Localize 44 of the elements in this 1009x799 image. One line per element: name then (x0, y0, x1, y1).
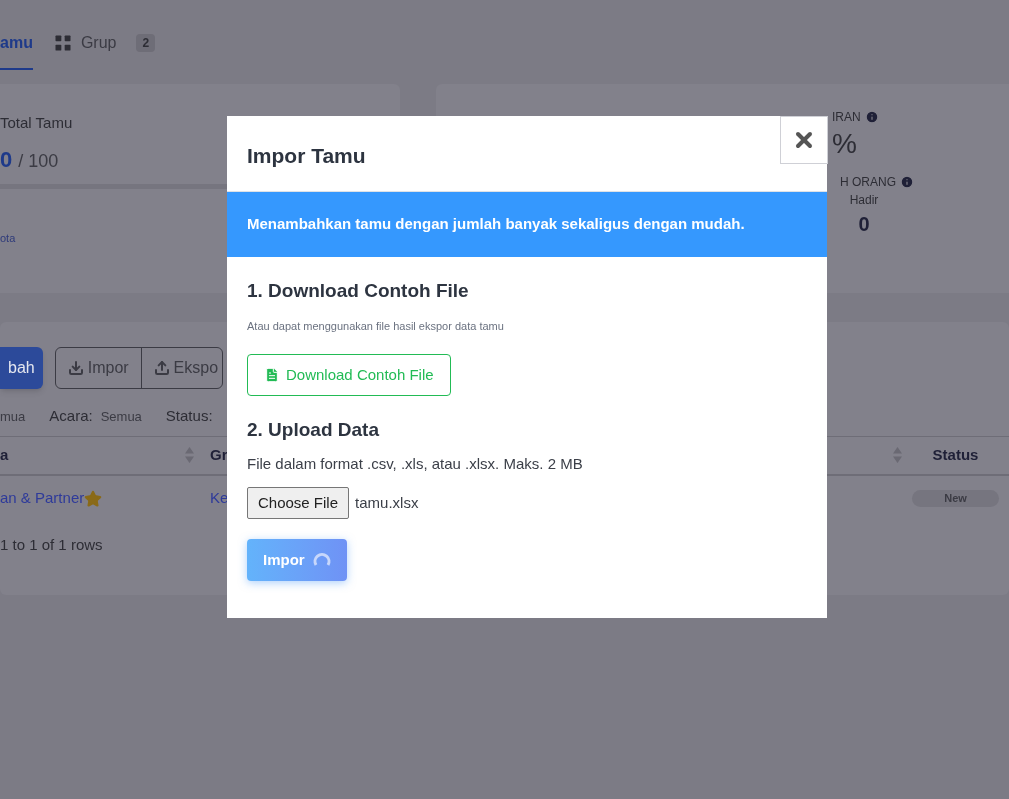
group-cell: Ke (210, 489, 229, 507)
tab[interactable]: Grup 2 (52, 18, 156, 70)
present-count: 0 (858, 212, 870, 237)
column-header[interactable]: a (0, 443, 9, 467)
import-button[interactable]: Impor (55, 348, 142, 388)
people-heading: H ORANG (840, 174, 896, 191)
file-icon (264, 367, 280, 383)
hint-text: File dalam format .csv, .xls, atau .xlsx. Maks. 2 MB (247, 453, 583, 474)
dialog-title: Impor Tamu (246, 143, 366, 169)
info-banner: Menambahkan tamu dengan jumlah banyak sekaligus dengan mudah. (227, 192, 827, 257)
quota-total: / 100 (18, 149, 59, 173)
guest-count: 0 (0, 145, 13, 174)
attendance-percent: % (832, 127, 857, 161)
file-name: tamu.xlsx (355, 492, 419, 513)
column-header[interactable]: Gr (210, 443, 228, 467)
import-submit-button[interactable]: Impor (247, 539, 347, 581)
download-button[interactable]: Download Contoh File (247, 354, 451, 396)
hint-text: Atau dapat menggunakan file hasil ekspor data tamu (247, 318, 504, 334)
column-header[interactable]: Status (932, 443, 979, 467)
present-label: Hadir (849, 192, 879, 209)
sort-icon[interactable] (893, 447, 902, 463)
download-icon (67, 360, 84, 376)
section-title: 2. Upload Data (247, 418, 379, 442)
count-badge: 2 (136, 34, 156, 52)
filter-value[interactable]: Semua (100, 406, 142, 426)
choose-file-button[interactable]: Choose File (247, 487, 350, 519)
status-badge: New (912, 490, 999, 507)
card-title: Total Tamu (0, 113, 74, 133)
quota-link[interactable]: ota (0, 231, 16, 244)
export-button[interactable]: Ekspo (141, 348, 222, 388)
close-button[interactable] (780, 116, 828, 164)
section-title: 1. Download Contoh File (247, 279, 469, 303)
pagination-info: 1 to 1 of 1 rows (0, 534, 104, 555)
guest-name[interactable]: an & Partner (0, 487, 85, 510)
filter-label: Acara: (49, 406, 93, 426)
info-icon (864, 110, 879, 124)
filter-label: Status: (165, 406, 213, 426)
info-icon (900, 175, 914, 189)
filter-value[interactable]: mua (0, 406, 26, 426)
attendance-heading: IRAN (832, 109, 861, 126)
tab[interactable]: amu (0, 18, 33, 70)
sort-icon[interactable] (185, 447, 194, 463)
upload-icon (153, 360, 170, 376)
add-button[interactable]: bah (0, 347, 43, 389)
